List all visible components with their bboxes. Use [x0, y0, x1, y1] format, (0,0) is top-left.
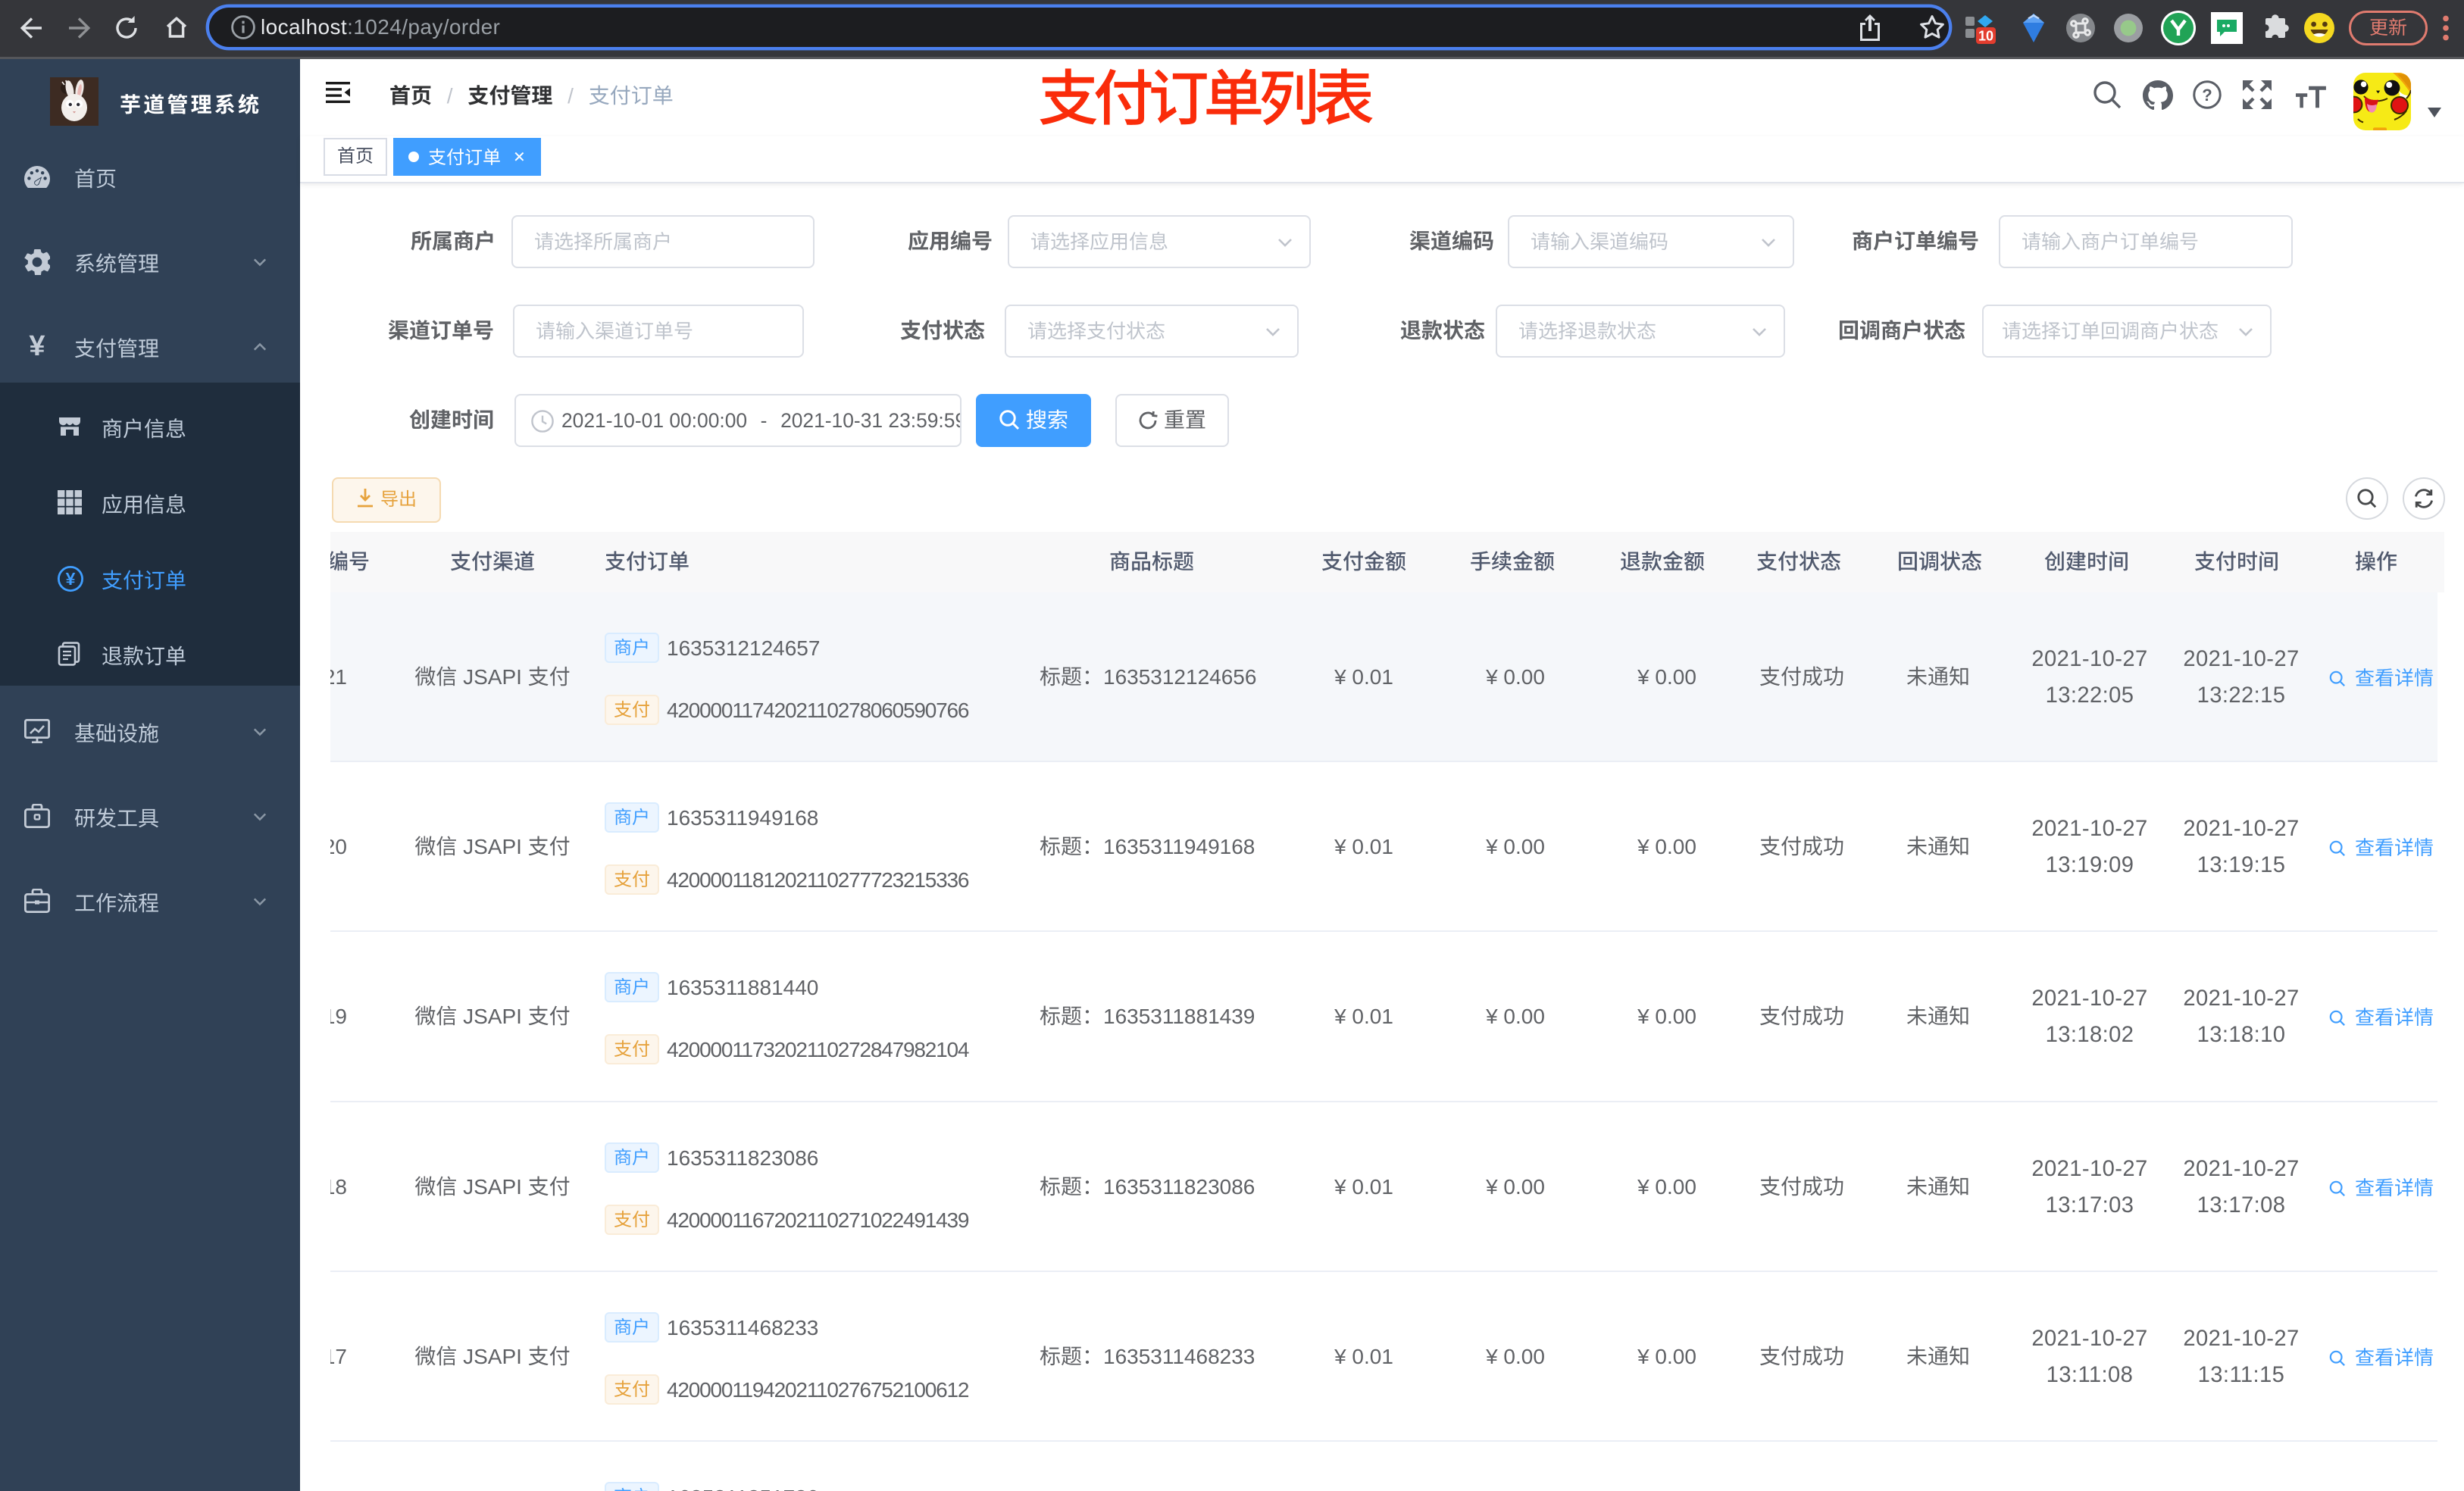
svg-text:¥: ¥ — [66, 569, 76, 589]
svg-text:¥: ¥ — [29, 333, 45, 358]
svg-text:10: 10 — [1978, 29, 1993, 44]
svg-text:?: ? — [2202, 86, 2212, 105]
